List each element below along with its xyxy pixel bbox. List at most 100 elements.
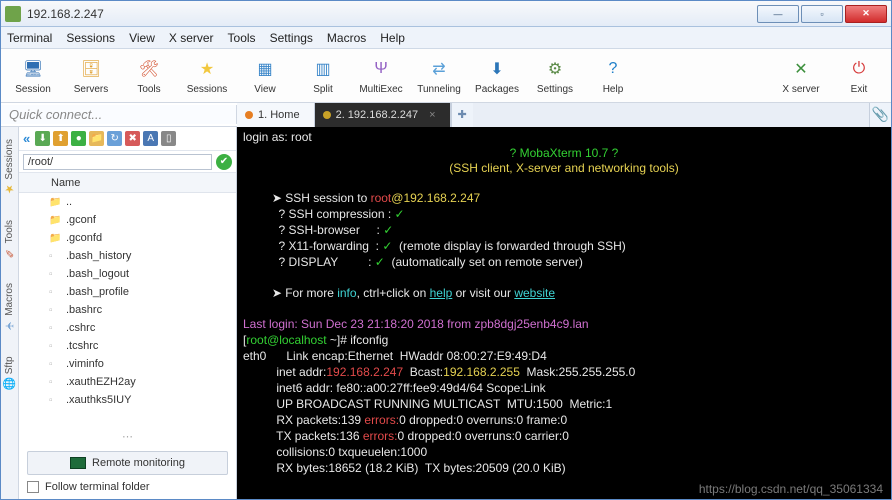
window-title: 192.168.2.247	[27, 7, 757, 21]
help-icon: ?	[600, 56, 626, 82]
minimize-button[interactable]: —	[757, 5, 799, 23]
side-tab-sessions[interactable]: ★Sessions	[3, 139, 16, 196]
tab-home[interactable]: 1. Home	[237, 103, 315, 127]
col-name[interactable]: Name	[45, 177, 86, 189]
sftp-tool-icon[interactable]: ▯	[161, 131, 176, 146]
tab-label: 2. 192.168.2.247	[336, 109, 419, 121]
tool-servers[interactable]: 🗄Servers	[67, 56, 115, 95]
file-row[interactable]: ▫.bash_history	[19, 247, 236, 265]
file-row[interactable]: 📁..	[19, 193, 236, 211]
tool-tools[interactable]: 🛠Tools	[125, 56, 173, 95]
file-name: .bash_profile	[66, 286, 129, 298]
toolbar: 🖥Session 🗄Servers 🛠Tools ★Sessions ▦View ▥Spl…	[1, 49, 891, 103]
follow-checkbox[interactable]	[27, 481, 39, 493]
menu-help[interactable]: Help	[380, 31, 405, 45]
monitor-icon	[70, 457, 86, 469]
file-icon: 📁	[49, 215, 61, 226]
watermark: https://blog.csdn.net/qq_35061334	[699, 482, 883, 497]
file-name: .viminfo	[66, 358, 104, 370]
home-icon	[245, 111, 253, 119]
tool-view[interactable]: ▦View	[241, 56, 289, 95]
file-list-header: Name	[19, 173, 236, 193]
tab-session-active[interactable]: 2. 192.168.2.247 ×	[315, 103, 451, 127]
close-button[interactable]: ✕	[845, 5, 887, 23]
x server-icon: ✕	[788, 56, 814, 82]
menubar: Terminal Sessions View X server Tools Setting…	[1, 27, 891, 49]
side-tab-tools[interactable]: ✎Tools	[3, 220, 16, 259]
tool-tunneling[interactable]: ⇄Tunneling	[415, 56, 463, 95]
side-tab-macros[interactable]: ✈Macros	[3, 283, 16, 332]
sftp-tool-icon[interactable]: ●	[71, 131, 86, 146]
terminal-pane[interactable]: login as: root ? MobaXterm 10.7 ? (SSH c…	[237, 127, 891, 499]
file-icon: ▫	[49, 269, 61, 280]
file-row[interactable]: ▫.xauthEZH2ay	[19, 373, 236, 391]
collapse-sidebar-icon[interactable]: «	[23, 131, 30, 146]
view-icon: ▦	[252, 56, 278, 82]
file-icon: ▫	[49, 341, 61, 352]
file-icon: 📁	[49, 197, 61, 208]
sftp-path-input[interactable]	[23, 154, 212, 170]
attachment-icon[interactable]: 📎	[869, 103, 891, 127]
tool-exit[interactable]: ⏻Exit	[835, 56, 883, 95]
sftp-tool-icon[interactable]: A	[143, 131, 158, 146]
sftp-tool-icon[interactable]: ↻	[107, 131, 122, 146]
file-row[interactable]: ▫ .tcshrc	[19, 337, 236, 355]
file-name: .xauthks5IUY	[66, 394, 131, 406]
multiexec-icon: Ψ	[368, 56, 394, 82]
path-ok-icon: ✔	[216, 154, 232, 170]
follow-terminal-row[interactable]: Follow terminal folder	[27, 481, 228, 493]
side-tab-sftp[interactable]: 🌐Sftp	[3, 356, 16, 390]
quick-connect-input[interactable]: Quick connect...	[1, 105, 237, 124]
tool-sessions[interactable]: ★Sessions	[183, 56, 231, 95]
menu-view[interactable]: View	[129, 31, 155, 45]
file-icon: 📁	[49, 233, 61, 244]
tool-x-server[interactable]: ✕X server	[777, 56, 825, 95]
file-name: ..	[66, 196, 72, 208]
remote-monitoring-button[interactable]: Remote monitoring	[27, 451, 228, 475]
tool-help[interactable]: ?Help	[589, 56, 637, 95]
file-icon: ▫	[49, 377, 61, 388]
close-tab-icon[interactable]: ×	[429, 109, 435, 121]
side-tab-strip: ★Sessions ✎Tools ✈Macros 🌐Sftp	[1, 127, 19, 499]
file-row[interactable]: ▫.viminfo	[19, 355, 236, 373]
sftp-tool-icon[interactable]: ⬆	[53, 131, 68, 146]
tool-session[interactable]: 🖥Session	[9, 56, 57, 95]
tab-label: 1. Home	[258, 109, 300, 121]
tool-packages[interactable]: ⬇Packages	[473, 56, 521, 95]
sftp-toolbar: « ⬇⬆●📁↻✖A▯	[19, 127, 236, 151]
settings-icon: ⚙	[542, 56, 568, 82]
tool-multiexec[interactable]: ΨMultiExec	[357, 56, 405, 95]
menu-settings[interactable]: Settings	[270, 31, 313, 45]
sftp-tool-icon[interactable]: 📁	[89, 131, 104, 146]
menu-macros[interactable]: Macros	[327, 31, 366, 45]
file-name: .bash_history	[66, 250, 131, 262]
file-name: .cshrc	[66, 322, 95, 334]
maximize-button[interactable]: ▫	[801, 5, 843, 23]
sftp-tool-icon[interactable]: ⬇	[35, 131, 50, 146]
file-row[interactable]: ▫.cshrc	[19, 319, 236, 337]
menu-x-server[interactable]: X server	[169, 31, 214, 45]
file-row[interactable]: ▫.xauthks5IUY	[19, 391, 236, 409]
file-row[interactable]: 📁.gconfd	[19, 229, 236, 247]
tool-settings[interactable]: ⚙Settings	[531, 56, 579, 95]
servers-icon: 🗄	[78, 56, 104, 82]
file-name: .gconf	[66, 214, 96, 226]
sftp-tool-icon[interactable]: ✖	[125, 131, 140, 146]
menu-tools[interactable]: Tools	[228, 31, 256, 45]
menu-sessions[interactable]: Sessions	[66, 31, 115, 45]
file-name: .tcshrc	[66, 340, 98, 352]
file-list[interactable]: 📁..📁.gconf📁.gconfd▫.bash_history▫.bash_l…	[19, 193, 236, 428]
exit-icon: ⏻	[846, 56, 872, 82]
file-row[interactable]: 📁 .gconf	[19, 211, 236, 229]
file-row[interactable]: ▫.bash_profile	[19, 283, 236, 301]
file-icon: ▫	[49, 305, 61, 316]
app-icon	[5, 6, 21, 22]
sessions-icon: ★	[194, 56, 220, 82]
menu-terminal[interactable]: Terminal	[7, 31, 52, 45]
file-row[interactable]: ▫.bashrc	[19, 301, 236, 319]
file-row[interactable]: ▫.bash_logout	[19, 265, 236, 283]
tool-split[interactable]: ▥Split	[299, 56, 347, 95]
add-tab-button[interactable]: ✚	[451, 103, 473, 127]
terminal-icon	[323, 111, 331, 119]
packages-icon: ⬇	[484, 56, 510, 82]
